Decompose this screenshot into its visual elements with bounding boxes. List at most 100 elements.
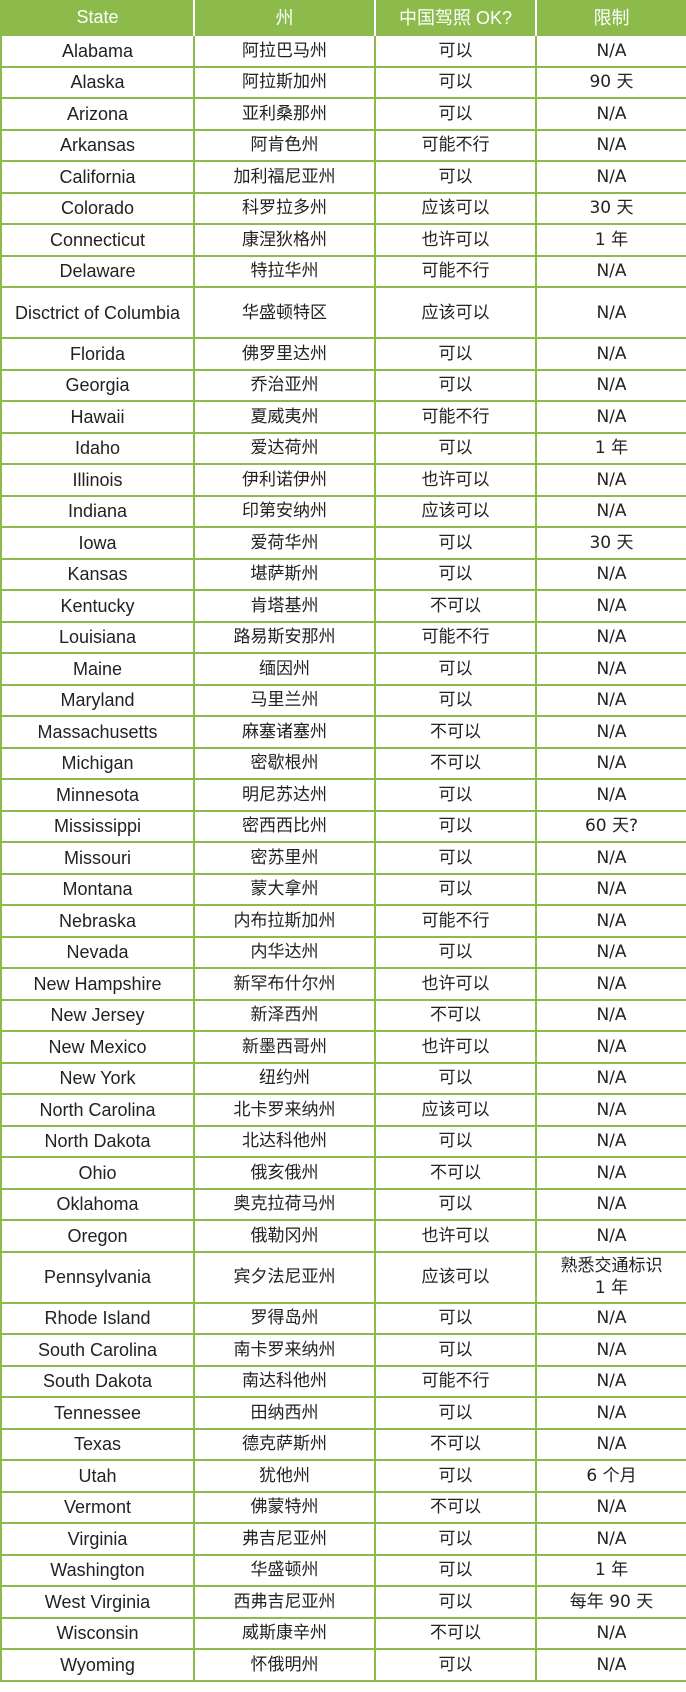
- cell-zhou: 怀俄明州: [193, 1648, 376, 1682]
- cell-restriction: N/A: [535, 368, 686, 402]
- cell-zhou: 北达科他州: [193, 1124, 376, 1158]
- table-row: Alaska 阿拉斯加州 可以 90 天: [0, 65, 686, 99]
- cell-zhou: 内布拉斯加州: [193, 904, 376, 938]
- cell-restriction: N/A: [535, 97, 686, 131]
- cell-zhou: 伊利诺伊州: [193, 463, 376, 497]
- cell-state: Nebraska: [0, 904, 195, 938]
- table-row: Oregon 俄勒冈州 也许可以 N/A: [0, 1219, 686, 1253]
- cell-restriction: N/A: [535, 557, 686, 591]
- cell-restriction: N/A: [535, 1030, 686, 1064]
- table-row: Alabama 阿拉巴马州 可以 N/A: [0, 34, 686, 68]
- cell-restriction: N/A: [535, 1301, 686, 1335]
- cell-zhou: 堪萨斯州: [193, 557, 376, 591]
- cell-state: New Jersey: [0, 998, 195, 1032]
- license-table: State 州 中国驾照 OK? 限制 Alabama 阿拉巴马州 可以 N/A Ala…: [0, 0, 686, 1682]
- cell-restriction: N/A: [535, 1333, 686, 1367]
- cell-restriction: 90 天: [535, 65, 686, 99]
- table-row: Washington 华盛顿州 可以 1 年: [0, 1553, 686, 1587]
- cell-license-ok: 可以: [374, 1553, 537, 1587]
- table-row: Utah 犹他州 可以 6 个月: [0, 1459, 686, 1493]
- cell-restriction: N/A: [535, 683, 686, 717]
- cell-license-ok: 可能不行: [374, 254, 537, 288]
- cell-state: New Mexico: [0, 1030, 195, 1064]
- cell-zhou: 肯塔基州: [193, 589, 376, 623]
- cell-zhou: 印第安纳州: [193, 494, 376, 528]
- cell-zhou: 加利福尼亚州: [193, 160, 376, 194]
- cell-state: Pennsylvania: [0, 1250, 195, 1304]
- cell-license-ok: 可能不行: [374, 400, 537, 434]
- cell-restriction: N/A: [535, 778, 686, 812]
- cell-restriction: N/A: [535, 1648, 686, 1682]
- cell-restriction: N/A: [535, 998, 686, 1032]
- table-row: Indiana 印第安纳州 应该可以 N/A: [0, 494, 686, 528]
- cell-state: North Dakota: [0, 1124, 195, 1158]
- cell-state: Indiana: [0, 494, 195, 528]
- cell-license-ok: 可以: [374, 935, 537, 969]
- cell-state: Washington: [0, 1553, 195, 1587]
- cell-restriction: N/A: [535, 872, 686, 906]
- cell-state: Nevada: [0, 935, 195, 969]
- cell-restriction: N/A: [535, 1616, 686, 1650]
- cell-zhou: 内华达州: [193, 935, 376, 969]
- cell-restriction: N/A: [535, 904, 686, 938]
- cell-license-ok: 可以: [374, 526, 537, 560]
- cell-zhou: 弗吉尼亚州: [193, 1522, 376, 1556]
- cell-license-ok: 不可以: [374, 589, 537, 623]
- cell-restriction: N/A: [535, 1522, 686, 1556]
- table-row: Vermont 佛蒙特州 不可以 N/A: [0, 1490, 686, 1524]
- cell-license-ok: 可以: [374, 368, 537, 402]
- header-row: State 州 中国驾照 OK? 限制: [0, 0, 686, 35]
- cell-zhou: 密西西比州: [193, 809, 376, 843]
- cell-license-ok: 不可以: [374, 1490, 537, 1524]
- table-row: Ohio 俄亥俄州 不可以 N/A: [0, 1156, 686, 1190]
- cell-restriction: N/A: [535, 1490, 686, 1524]
- header-zhou: 州: [193, 0, 376, 35]
- cell-license-ok: 可以: [374, 431, 537, 465]
- cell-state: Missouri: [0, 841, 195, 875]
- cell-state: Hawaii: [0, 400, 195, 434]
- cell-zhou: 蒙大拿州: [193, 872, 376, 906]
- cell-state: Utah: [0, 1459, 195, 1493]
- cell-restriction: N/A: [535, 494, 686, 528]
- cell-license-ok: 可以: [374, 778, 537, 812]
- cell-zhou: 罗得岛州: [193, 1301, 376, 1335]
- cell-state: New York: [0, 1061, 195, 1095]
- cell-zhou: 威斯康辛州: [193, 1616, 376, 1650]
- cell-zhou: 爱达荷州: [193, 431, 376, 465]
- cell-license-ok: 应该可以: [374, 1250, 537, 1304]
- cell-restriction: N/A: [535, 1124, 686, 1158]
- cell-state: Maine: [0, 652, 195, 686]
- cell-state: Wisconsin: [0, 1616, 195, 1650]
- cell-restriction: N/A: [535, 652, 686, 686]
- table-row: California 加利福尼亚州 可以 N/A: [0, 160, 686, 194]
- cell-state: Georgia: [0, 368, 195, 402]
- cell-state: Louisiana: [0, 620, 195, 654]
- cell-zhou: 华盛顿特区: [193, 286, 376, 339]
- cell-zhou: 西弗吉尼亚州: [193, 1585, 376, 1619]
- table-row: Delaware 特拉华州 可能不行 N/A: [0, 254, 686, 288]
- table-row: Florida 佛罗里达州 可以 N/A: [0, 337, 686, 371]
- table-row: Rhode Island 罗得岛州 可以 N/A: [0, 1301, 686, 1335]
- cell-state: Vermont: [0, 1490, 195, 1524]
- cell-license-ok: 应该可以: [374, 191, 537, 225]
- cell-restriction: N/A: [535, 400, 686, 434]
- cell-restriction: N/A: [535, 715, 686, 749]
- cell-restriction: N/A: [535, 160, 686, 194]
- cell-restriction: N/A: [535, 620, 686, 654]
- cell-license-ok: 可以: [374, 1522, 537, 1556]
- cell-license-ok: 可以: [374, 1396, 537, 1430]
- cell-state: Alabama: [0, 34, 195, 68]
- cell-state: Massachusetts: [0, 715, 195, 749]
- table-row: Maryland 马里兰州 可以 N/A: [0, 683, 686, 717]
- cell-state: Oklahoma: [0, 1187, 195, 1221]
- cell-restriction: 每年 90 天: [535, 1585, 686, 1619]
- cell-zhou: 阿肯色州: [193, 128, 376, 162]
- cell-restriction: 30 天: [535, 191, 686, 225]
- cell-state: Arkansas: [0, 128, 195, 162]
- cell-license-ok: 不可以: [374, 998, 537, 1032]
- cell-state: Florida: [0, 337, 195, 371]
- cell-license-ok: 可能不行: [374, 904, 537, 938]
- cell-zhou: 南达科他州: [193, 1364, 376, 1398]
- table-row: Wyoming 怀俄明州 可以 N/A: [0, 1648, 686, 1682]
- cell-zhou: 麻塞诸塞州: [193, 715, 376, 749]
